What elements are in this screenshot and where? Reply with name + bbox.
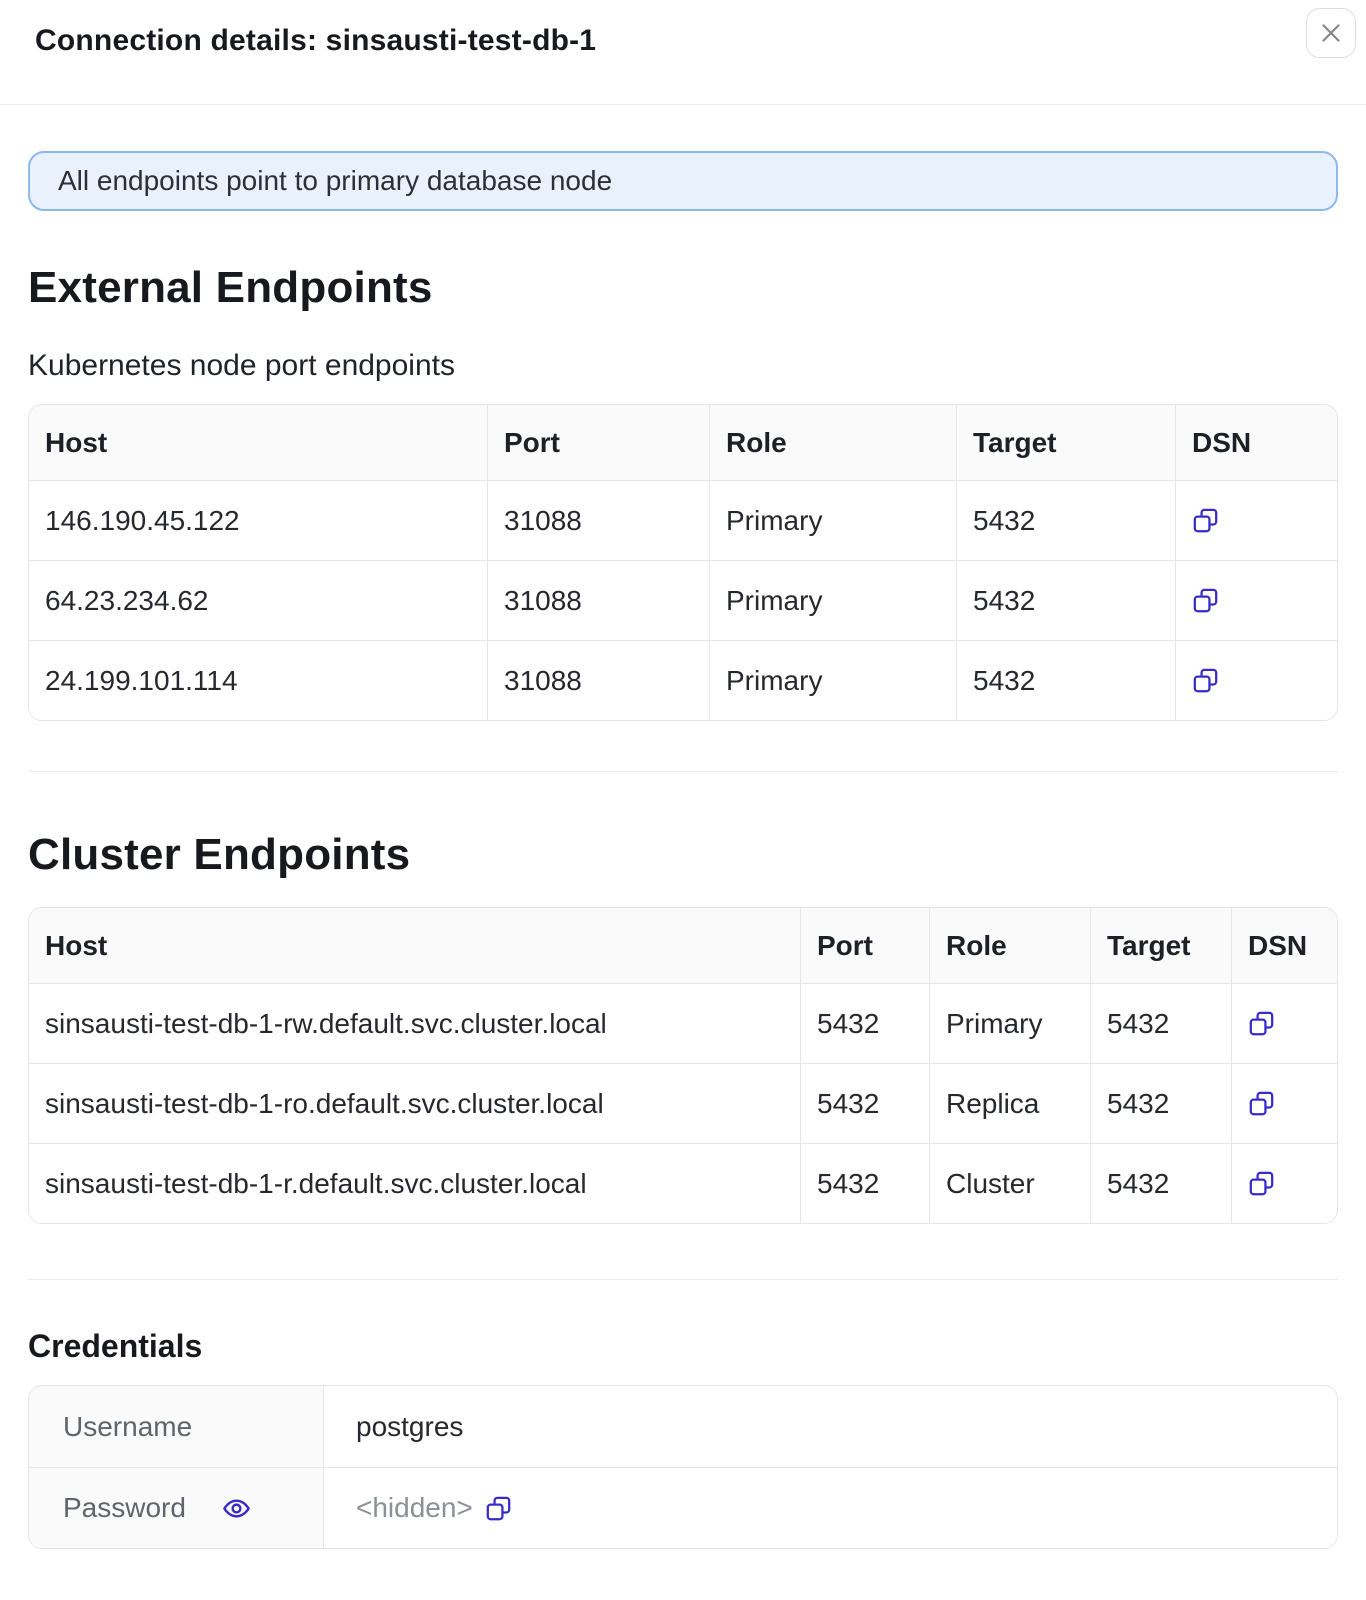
port-cell: 5432	[800, 1143, 929, 1223]
copy-icon	[1193, 508, 1218, 533]
column-header-target: Target	[1090, 908, 1231, 983]
info-banner-text: All endpoints point to primary database …	[58, 165, 613, 196]
host-cell: 146.190.45.122	[29, 480, 487, 560]
column-header-port: Port	[487, 405, 709, 480]
copy-dsn-button[interactable]	[1192, 507, 1219, 534]
info-banner: All endpoints point to primary database …	[28, 151, 1338, 211]
copy-dsn-button[interactable]	[1192, 587, 1219, 614]
column-header-host: Host	[29, 405, 487, 480]
reveal-password-button[interactable]	[222, 1494, 251, 1523]
close-icon	[1322, 24, 1340, 42]
copy-dsn-button[interactable]	[1248, 1170, 1275, 1197]
cluster-endpoints-title: Cluster Endpoints	[28, 830, 411, 879]
external-endpoints-title: External Endpoints	[28, 263, 433, 312]
role-cell: Primary	[709, 560, 956, 640]
copy-icon	[1249, 1091, 1274, 1116]
host-cell: sinsausti-test-db-1-r.default.svc.cluste…	[29, 1143, 800, 1223]
copy-icon	[486, 1496, 511, 1520]
target-cell: 5432	[1090, 983, 1231, 1063]
page-title: Connection details: sinsausti-test-db-1	[35, 24, 597, 57]
modal-header: Connection details: sinsausti-test-db-1	[0, 0, 1366, 105]
section-divider	[28, 771, 1338, 772]
target-cell: 5432	[1090, 1063, 1231, 1143]
port-cell: 31088	[487, 560, 709, 640]
role-cell: Primary	[709, 480, 956, 560]
password-label: Password	[29, 1467, 323, 1548]
target-cell: 5432	[1090, 1143, 1231, 1223]
eye-icon	[223, 1498, 250, 1518]
copy-icon	[1249, 1011, 1274, 1036]
credentials-table: Username postgres Password <hidden>	[28, 1385, 1338, 1549]
role-cell: Replica	[929, 1063, 1090, 1143]
role-cell: Primary	[929, 983, 1090, 1063]
copy-password-button[interactable]	[485, 1495, 512, 1522]
column-header-role: Role	[709, 405, 956, 480]
host-cell: sinsausti-test-db-1-ro.default.svc.clust…	[29, 1063, 800, 1143]
target-cell: 5432	[956, 480, 1175, 560]
column-header-port: Port	[800, 908, 929, 983]
external-endpoints-subtitle: Kubernetes node port endpoints	[28, 349, 455, 382]
host-cell: 24.199.101.114	[29, 640, 487, 720]
column-header-dsn: DSN	[1175, 405, 1337, 480]
copy-dsn-button[interactable]	[1248, 1090, 1275, 1117]
username-value: postgres	[323, 1386, 1337, 1467]
external-endpoints-table: Host Port Role Target DSN 146.190.45.122…	[28, 404, 1338, 721]
section-divider	[28, 1279, 1338, 1280]
copy-dsn-button[interactable]	[1192, 667, 1219, 694]
host-cell: sinsausti-test-db-1-rw.default.svc.clust…	[29, 983, 800, 1063]
port-cell: 5432	[800, 1063, 929, 1143]
role-cell: Cluster	[929, 1143, 1090, 1223]
port-cell: 5432	[800, 983, 929, 1063]
column-header-target: Target	[956, 405, 1175, 480]
host-cell: 64.23.234.62	[29, 560, 487, 640]
cluster-endpoints-table: Host Port Role Target DSN sinsausti-test…	[28, 907, 1338, 1224]
connection-details-modal: Connection details: sinsausti-test-db-1 …	[0, 0, 1366, 1549]
column-header-role: Role	[929, 908, 1090, 983]
close-button[interactable]	[1306, 8, 1356, 58]
copy-dsn-button[interactable]	[1248, 1010, 1275, 1037]
target-cell: 5432	[956, 640, 1175, 720]
port-cell: 31088	[487, 640, 709, 720]
column-header-dsn: DSN	[1231, 908, 1337, 983]
role-cell: Primary	[709, 640, 956, 720]
column-header-host: Host	[29, 908, 800, 983]
target-cell: 5432	[956, 560, 1175, 640]
password-value: <hidden>	[323, 1467, 1337, 1548]
port-cell: 31088	[487, 480, 709, 560]
copy-icon	[1193, 668, 1218, 693]
username-label: Username	[29, 1386, 323, 1467]
copy-icon	[1193, 588, 1218, 613]
copy-icon	[1249, 1171, 1274, 1196]
credentials-title: Credentials	[28, 1328, 203, 1364]
